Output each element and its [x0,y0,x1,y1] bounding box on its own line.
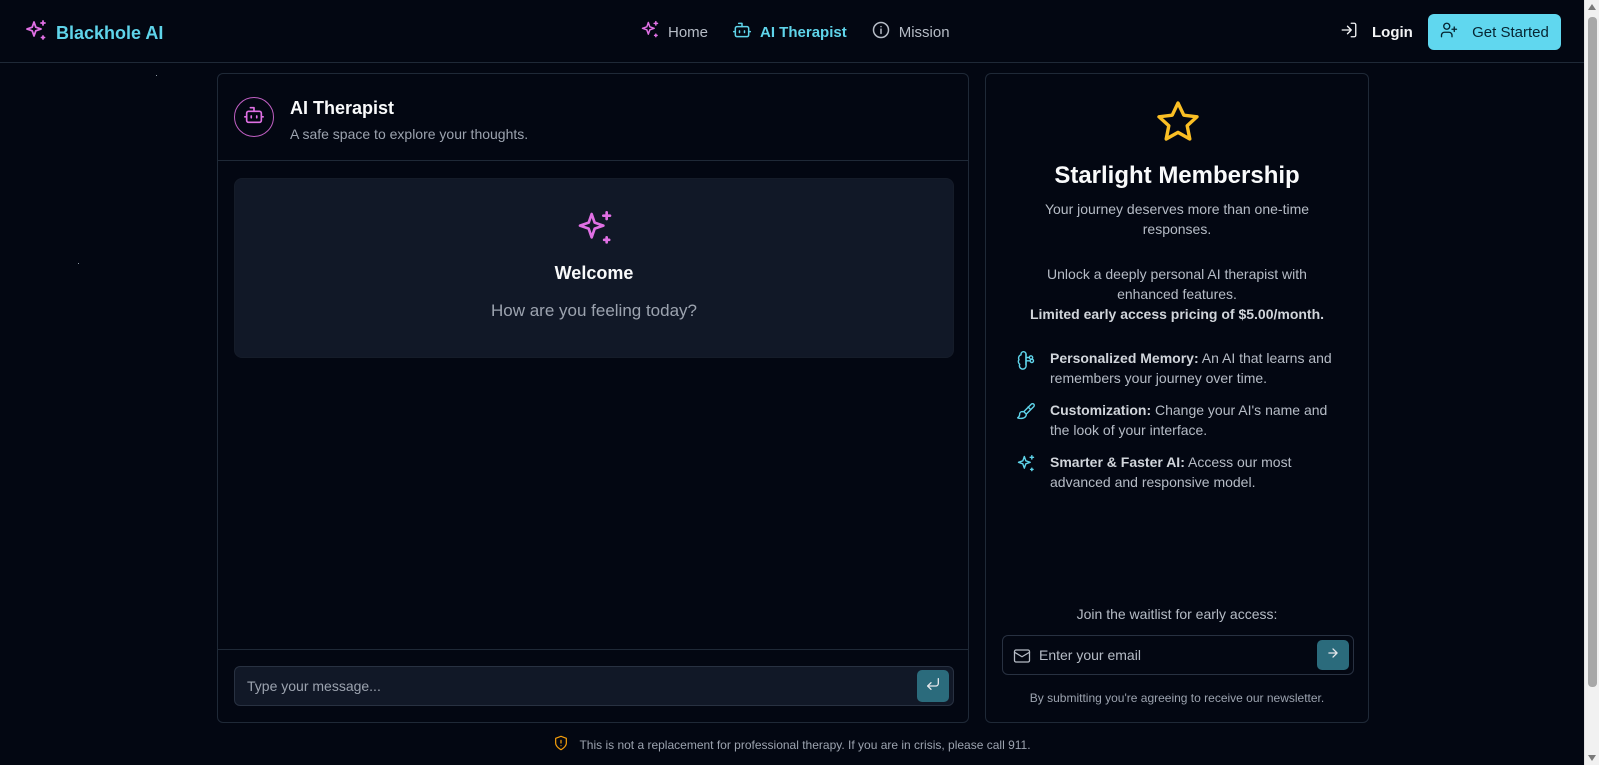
feature-item: Smarter & Faster AI: Access our most adv… [1016,452,1346,492]
nav-item-ai-therapist[interactable]: AI Therapist [732,20,847,44]
scroll-down-arrow-icon[interactable] [1588,755,1596,761]
sparkles-icon [575,209,615,254]
background-star [156,75,157,76]
nav-item-home[interactable]: Home [640,20,708,44]
corner-down-left-icon [925,676,941,697]
feature-title: Smarter & Faster AI: [1050,454,1185,470]
feature-text: Customization: Change your AI's name and… [1050,400,1346,440]
user-plus-icon [1440,21,1458,43]
info-icon [871,20,891,44]
chat-panel: AI Therapist A safe space to explore you… [217,73,969,723]
sparkles-icon [24,19,48,48]
scroll-up-arrow-icon[interactable] [1588,4,1596,10]
feature-text: Personalized Memory: An AI that learns a… [1050,348,1346,388]
feature-title: Customization: [1050,402,1152,418]
main-nav: Home AI Therapist Mission [640,20,950,44]
feature-title: Personalized Memory: [1050,350,1199,366]
login-button[interactable]: Login [1340,21,1413,43]
get-started-button[interactable]: Get Started [1428,14,1561,50]
arrow-right-icon [1326,646,1340,665]
chat-footer [218,649,968,722]
message-input[interactable] [235,667,905,705]
paintbrush-icon [1016,400,1038,440]
membership-title: Starlight Membership [1054,162,1300,189]
nav-item-mission[interactable]: Mission [871,20,950,44]
message-composer [234,666,954,706]
welcome-card: Welcome How are you feeling today? [234,178,954,358]
send-button[interactable] [917,670,949,702]
membership-pricing: Limited early access pricing of $5.00/mo… [1029,306,1325,322]
scrollbar-thumb[interactable] [1588,17,1597,687]
brand-logo[interactable]: Blackhole AI [24,19,163,48]
chat-header: AI Therapist A safe space to explore you… [218,74,968,161]
feature-text: Smarter & Faster AI: Access our most adv… [1050,452,1346,492]
brand-name: Blackhole AI [56,23,164,43]
membership-intro: Your journey deserves more than one-time… [1044,201,1310,237]
brain-icon [1016,348,1038,388]
log-in-icon [1340,21,1358,43]
shield-alert-icon [553,735,569,754]
waitlist-label: Join the waitlist for early access: [1076,606,1278,622]
newsletter-note: By submitting you're agreeing to receive… [1029,691,1325,705]
disclaimer-text: This is not a replacement for profession… [579,737,1031,752]
membership-unlock-text: Unlock a deeply personal AI therapist wi… [1047,266,1307,302]
nav-item-label: Mission [898,23,950,41]
get-started-label: Get Started [1472,23,1549,41]
chat-subtitle: A safe space to explore your thoughts. [290,126,529,142]
chat-title: AI Therapist [290,98,395,118]
login-label: Login [1372,23,1413,41]
welcome-title: Welcome [554,263,634,283]
feature-item: Personalized Memory: An AI that learns a… [1016,348,1346,388]
bot-icon [243,104,265,131]
background-star [78,263,79,264]
welcome-subtitle: How are you feeling today? [490,301,698,320]
mail-icon [1013,647,1031,670]
bot-icon [732,20,752,44]
nav-item-label: Home [668,23,709,41]
sparkles-icon [1016,452,1038,492]
page-scrollbar[interactable] [1584,0,1599,765]
email-submit-button[interactable] [1317,640,1349,670]
feature-item: Customization: Change your AI's name and… [1016,400,1346,440]
star-icon [1154,98,1202,151]
bot-avatar [234,97,274,137]
email-form [1002,635,1354,675]
nav-item-label: AI Therapist [760,23,847,41]
sparkles-icon [640,20,660,44]
top-nav-bar: Blackhole AI Home AI Therapist Mission L… [0,0,1584,63]
email-input[interactable] [1039,636,1299,674]
membership-panel: Starlight Membership Your journey deserv… [985,73,1369,723]
crisis-disclaimer: This is not a replacement for profession… [0,735,1584,754]
